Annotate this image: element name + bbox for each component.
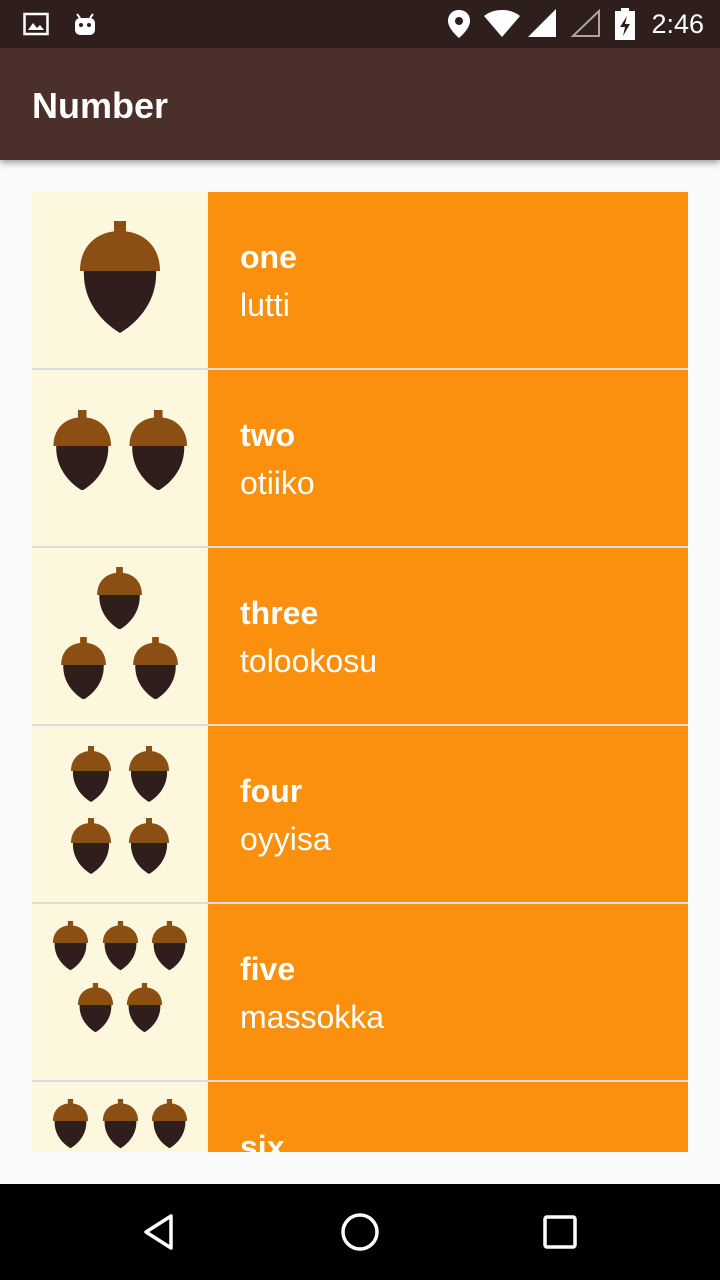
native-word: otiiko xyxy=(240,465,315,501)
english-word: one xyxy=(240,239,297,275)
location-icon xyxy=(444,0,474,48)
acorn-icon xyxy=(80,221,160,333)
list-item-one[interactable]: one lutti xyxy=(32,192,688,368)
acorn-icon xyxy=(102,921,138,971)
android-icon xyxy=(70,0,100,48)
acorn-icon xyxy=(53,409,111,491)
recents-button[interactable] xyxy=(528,1200,592,1264)
navigation-bar xyxy=(0,1184,720,1280)
item-text-panel: four oyyisa xyxy=(208,726,688,902)
native-word: lutti xyxy=(240,287,290,323)
item-text-panel: three tolookosu xyxy=(208,548,688,724)
acorn-image xyxy=(32,370,208,546)
item-text-panel: five massokka xyxy=(208,904,688,1080)
acorn-image xyxy=(32,1082,208,1152)
acorn-icon xyxy=(133,636,179,700)
list-item-three[interactable]: three tolookosu xyxy=(32,548,688,724)
back-icon xyxy=(144,1214,173,1250)
app-bar: Number xyxy=(0,48,720,160)
wifi-icon xyxy=(482,0,522,48)
acorn-image xyxy=(32,904,208,1080)
native-word: massokka xyxy=(240,999,385,1035)
acorn-image xyxy=(32,726,208,902)
number-list[interactable]: one lutti two otiiko three tolookosu four oyyis… xyxy=(32,192,688,1152)
acorn-icon xyxy=(129,409,187,491)
home-button[interactable] xyxy=(328,1200,392,1264)
list-item-six[interactable]: six xyxy=(32,1082,688,1152)
item-text-panel: one lutti xyxy=(208,192,688,368)
signal-icon xyxy=(524,0,560,48)
clock: 2:46 xyxy=(651,9,704,39)
list-item-five[interactable]: five massokka xyxy=(32,904,688,1080)
english-word: four xyxy=(240,773,303,809)
acorn-icon xyxy=(126,983,162,1033)
english-word: five xyxy=(240,951,296,987)
native-word: tolookosu xyxy=(240,643,377,679)
acorn-icon xyxy=(71,746,111,802)
acorn-image xyxy=(32,192,208,368)
signal-empty-icon xyxy=(568,0,604,48)
recents-icon xyxy=(543,1215,577,1249)
list-item-four[interactable]: four oyyisa xyxy=(32,726,688,902)
list-item-two[interactable]: two otiiko xyxy=(32,370,688,546)
home-icon xyxy=(341,1213,379,1251)
page-title: Number xyxy=(32,85,169,126)
image-icon xyxy=(22,0,50,48)
native-word: oyyisa xyxy=(240,821,331,857)
english-word: three xyxy=(240,595,319,631)
battery-charging-icon xyxy=(612,0,638,48)
acorn-icon xyxy=(52,921,88,971)
acorn-image xyxy=(32,548,208,724)
back-button[interactable] xyxy=(128,1200,192,1264)
acorn-icon xyxy=(129,818,169,874)
acorn-icon xyxy=(151,1099,187,1149)
english-word: two xyxy=(240,417,296,453)
status-bar: 2:46 xyxy=(0,0,720,48)
english-word: six xyxy=(240,1129,285,1152)
acorn-icon xyxy=(151,921,187,971)
acorn-icon xyxy=(129,746,169,802)
item-text-panel: six xyxy=(208,1082,688,1152)
acorn-icon xyxy=(52,1099,88,1149)
acorn-icon xyxy=(61,636,107,700)
item-text-panel: two otiiko xyxy=(208,370,688,546)
acorn-icon xyxy=(97,566,143,630)
acorn-icon xyxy=(102,1099,138,1149)
acorn-icon xyxy=(77,983,113,1033)
acorn-icon xyxy=(71,818,111,874)
